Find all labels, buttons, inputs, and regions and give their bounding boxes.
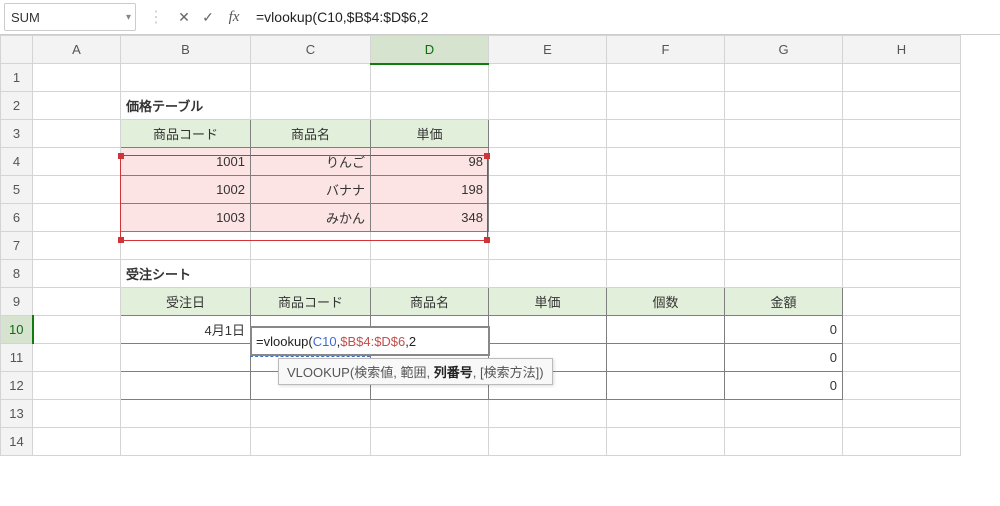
col-header-F[interactable]: F	[607, 36, 725, 64]
order-price-1[interactable]	[489, 316, 606, 343]
editor-arg3: 2	[409, 334, 416, 349]
order-header-price: 単価	[489, 288, 606, 315]
price-header-code: 商品コード	[121, 120, 250, 147]
fx-icon[interactable]: fx	[220, 9, 248, 26]
price-table-title: 価格テーブル	[121, 92, 250, 119]
order-header-name: 商品名	[371, 288, 488, 315]
editor-ref2: $B$4:$D$6	[340, 334, 405, 349]
order-header-amount: 金額	[725, 288, 842, 315]
price-price-2[interactable]: 198	[371, 176, 488, 203]
price-name-1[interactable]: りんご	[251, 148, 370, 175]
tip-arg4: [検索方法]	[480, 365, 539, 380]
row-header-12[interactable]: 12	[1, 372, 33, 400]
order-date-3[interactable]	[121, 372, 250, 399]
row-header-13[interactable]: 13	[1, 400, 33, 428]
price-price-3[interactable]: 348	[371, 204, 488, 231]
order-date-2[interactable]	[121, 344, 250, 371]
price-name-3[interactable]: みかん	[251, 204, 370, 231]
order-amount-1[interactable]: 0	[725, 316, 842, 343]
tip-arg1: 検索値	[354, 365, 393, 380]
price-code-3[interactable]: 1003	[121, 204, 250, 231]
order-qty-1[interactable]	[607, 316, 724, 343]
row-header-7[interactable]: 7	[1, 232, 33, 260]
col-header-B[interactable]: B	[121, 36, 251, 64]
editor-prefix: =vlookup(	[256, 334, 313, 349]
divider: ⋮	[140, 7, 172, 27]
enter-icon[interactable]: ✓	[196, 9, 220, 26]
col-header-H[interactable]: H	[843, 36, 961, 64]
row-header-10[interactable]: 10	[1, 316, 33, 344]
spreadsheet-grid[interactable]: A B C D E F G H 1 2 価格テーブル 3 商品コード 商品名 単…	[0, 35, 1000, 456]
price-header-price: 単価	[371, 120, 488, 147]
order-header-qty: 個数	[607, 288, 724, 315]
price-name-2[interactable]: バナナ	[251, 176, 370, 203]
col-header-G[interactable]: G	[725, 36, 843, 64]
col-header-D[interactable]: D	[371, 36, 489, 64]
row-header-11[interactable]: 11	[1, 344, 33, 372]
function-args-tooltip: VLOOKUP(検索値, 範囲, 列番号, [検索方法])	[278, 358, 553, 385]
cancel-icon[interactable]: ✕	[172, 9, 196, 26]
editor-ref1: C10	[313, 334, 337, 349]
row-header-5[interactable]: 5	[1, 176, 33, 204]
price-code-1[interactable]: 1001	[121, 148, 250, 175]
row-header-6[interactable]: 6	[1, 204, 33, 232]
select-all-corner[interactable]	[1, 36, 33, 64]
order-header-code: 商品コード	[251, 288, 370, 315]
price-header-name: 商品名	[251, 120, 370, 147]
price-price-1[interactable]: 98	[371, 148, 488, 175]
price-code-2[interactable]: 1002	[121, 176, 250, 203]
cell-editor[interactable]: =vlookup(C10,$B$4:$D$6,2	[250, 326, 490, 356]
row-header-4[interactable]: 4	[1, 148, 33, 176]
name-box[interactable]: SUM ▾	[4, 3, 136, 31]
tip-arg2: 範囲	[400, 365, 426, 380]
row-header-14[interactable]: 14	[1, 428, 33, 456]
order-header-date: 受注日	[121, 288, 250, 315]
row-header-2[interactable]: 2	[1, 92, 33, 120]
order-sheet-title: 受注シート	[121, 260, 250, 287]
col-header-E[interactable]: E	[489, 36, 607, 64]
col-header-A[interactable]: A	[33, 36, 121, 64]
order-amount-3[interactable]: 0	[725, 372, 842, 399]
row-header-9[interactable]: 9	[1, 288, 33, 316]
row-header-1[interactable]: 1	[1, 64, 33, 92]
chevron-down-icon[interactable]: ▾	[126, 12, 131, 23]
row-header-8[interactable]: 8	[1, 260, 33, 288]
name-box-value: SUM	[11, 10, 40, 25]
order-amount-2[interactable]: 0	[725, 344, 842, 371]
formula-bar: SUM ▾ ⋮ ✕ ✓ fx =vlookup(C10,$B$4:$D$6,2	[0, 0, 1000, 35]
col-header-C[interactable]: C	[251, 36, 371, 64]
row-header-3[interactable]: 3	[1, 120, 33, 148]
tip-fn: VLOOKUP	[287, 365, 350, 380]
tip-arg3-current: 列番号	[434, 365, 473, 380]
formula-input[interactable]: =vlookup(C10,$B$4:$D$6,2	[248, 9, 1000, 25]
order-date-1[interactable]: 4月1日	[121, 316, 250, 343]
